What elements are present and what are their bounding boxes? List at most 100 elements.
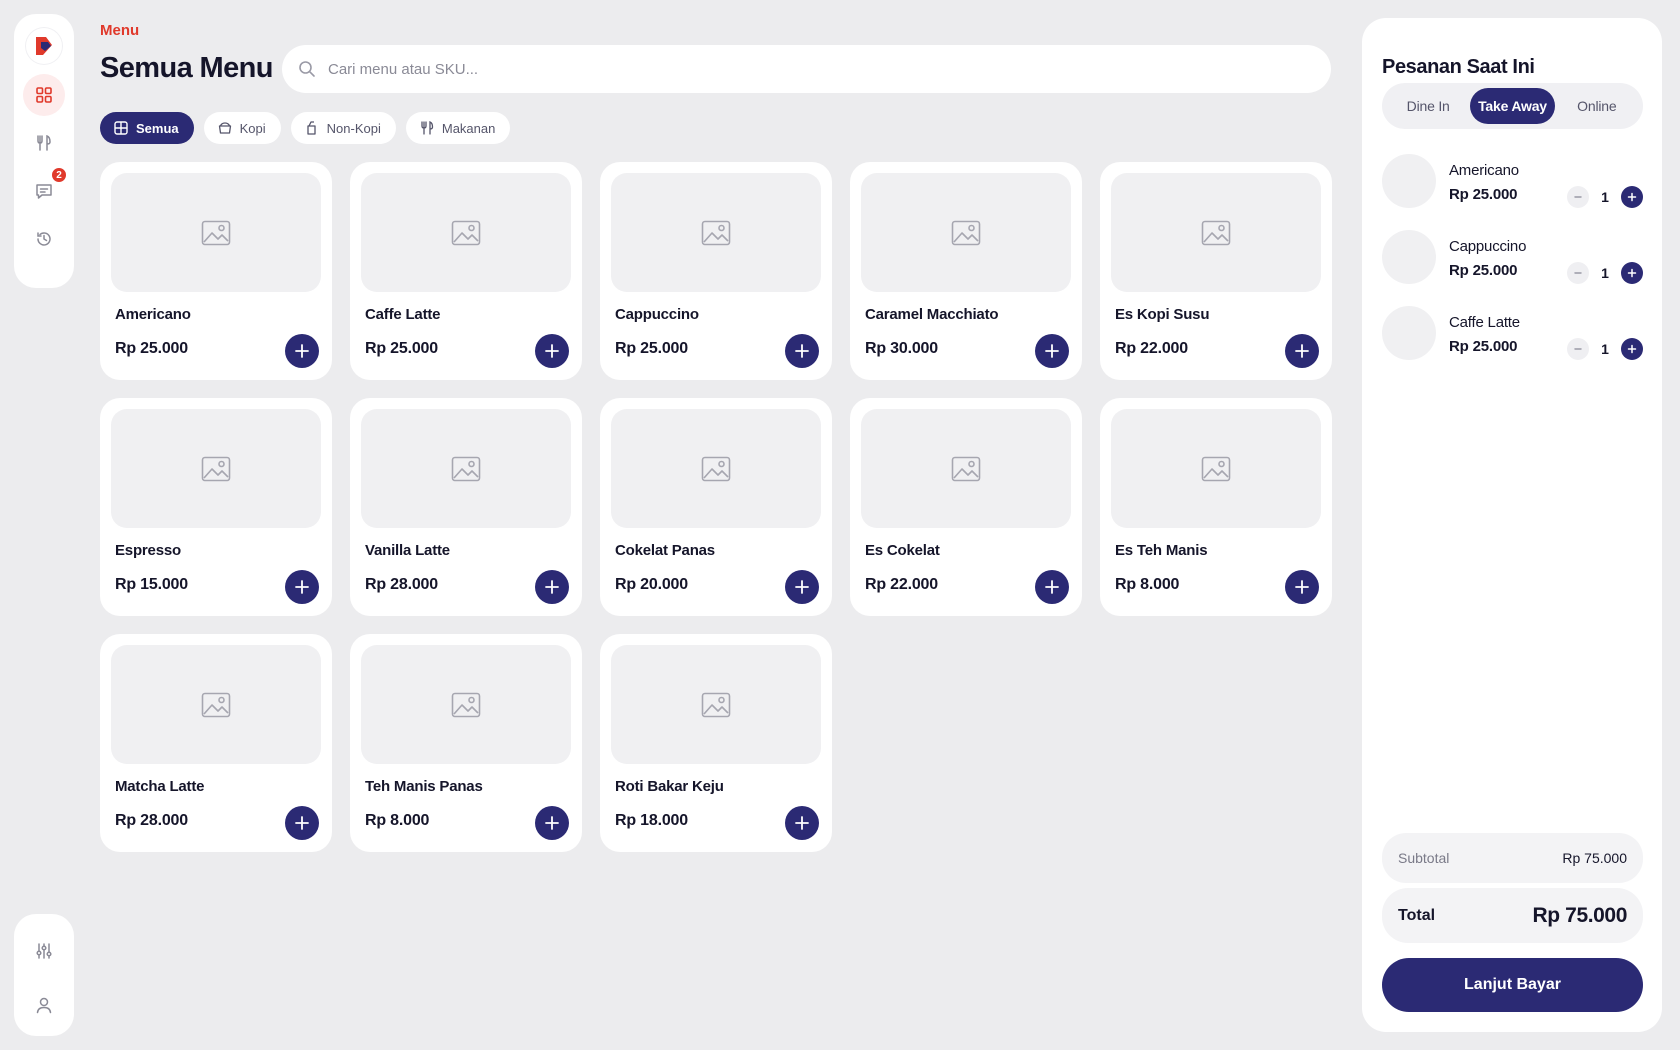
product-price: Rp 25.000 — [615, 340, 688, 357]
increase-quantity-button[interactable] — [1621, 186, 1643, 208]
product-card[interactable]: Americano Rp 25.000 — [100, 162, 332, 380]
add-to-order-button[interactable] — [285, 570, 319, 604]
product-card[interactable]: Es Teh Manis Rp 8.000 — [1100, 398, 1332, 616]
quantity-value: 1 — [1601, 341, 1609, 357]
add-to-order-button[interactable] — [1035, 570, 1069, 604]
product-image-placeholder — [611, 409, 821, 528]
product-card[interactable]: Cappuccino Rp 25.000 — [600, 162, 832, 380]
product-card[interactable]: Caffe Latte Rp 25.000 — [350, 162, 582, 380]
category-chip-label: Semua — [136, 120, 179, 136]
sidebar-bottom — [14, 914, 74, 1036]
product-card[interactable]: Es Kopi Susu Rp 22.000 — [1100, 162, 1332, 380]
add-to-order-button[interactable] — [285, 806, 319, 840]
category-chip-kopi[interactable]: Kopi — [203, 112, 281, 144]
mode-online[interactable]: Online — [1555, 88, 1639, 124]
image-placeholder-icon — [701, 692, 731, 717]
category-chip-non-kopi[interactable]: Non-Kopi — [290, 112, 396, 144]
order-item: Americano Rp 25.000 1 — [1382, 154, 1643, 230]
brand-logo[interactable] — [26, 28, 62, 64]
product-card[interactable]: Cokelat Panas Rp 20.000 — [600, 398, 832, 616]
sliders-icon — [36, 943, 52, 959]
decrease-quantity-button[interactable] — [1567, 186, 1589, 208]
nav-messages-button[interactable]: 2 — [23, 167, 67, 212]
plus-icon — [1295, 580, 1309, 594]
order-item-price: Rp 25.000 — [1449, 338, 1518, 355]
product-card[interactable]: Matcha Latte Rp 28.000 — [100, 634, 332, 852]
nav-products-button[interactable] — [23, 122, 65, 164]
add-to-order-button[interactable] — [535, 806, 569, 840]
increase-quantity-button[interactable] — [1621, 338, 1643, 360]
product-card[interactable]: Roti Bakar Keju Rp 18.000 — [600, 634, 832, 852]
checkout-button[interactable]: Lanjut Bayar — [1382, 958, 1643, 1012]
utensils-icon — [37, 134, 51, 151]
plus-icon — [795, 580, 809, 594]
add-to-order-button[interactable] — [785, 570, 819, 604]
plus-icon — [545, 580, 559, 594]
increase-quantity-button[interactable] — [1621, 262, 1643, 284]
product-image-placeholder — [1111, 409, 1321, 528]
quantity-stepper: 1 — [1567, 262, 1643, 284]
product-card[interactable]: Espresso Rp 15.000 — [100, 398, 332, 616]
product-card[interactable]: Es Cokelat Rp 22.000 — [850, 398, 1082, 616]
product-name: Vanilla Latte — [365, 542, 450, 559]
page-title: Semua Menu — [100, 52, 273, 84]
search-bar[interactable] — [282, 45, 1331, 93]
notification-badge: 2 — [51, 167, 67, 183]
product-name: Cappuccino — [615, 306, 699, 323]
image-placeholder-icon — [201, 692, 231, 717]
decrease-quantity-button[interactable] — [1567, 262, 1589, 284]
add-to-order-button[interactable] — [1035, 334, 1069, 368]
category-chip-semua[interactable]: Semua — [100, 112, 194, 144]
product-price: Rp 18.000 — [615, 812, 688, 829]
search-input[interactable] — [328, 60, 1228, 78]
user-icon — [36, 997, 52, 1014]
product-card[interactable]: Teh Manis Panas Rp 8.000 — [350, 634, 582, 852]
product-card[interactable]: Caramel Macchiato Rp 30.000 — [850, 162, 1082, 380]
utensils-icon — [421, 121, 434, 135]
add-to-order-button[interactable] — [285, 334, 319, 368]
image-placeholder-icon — [201, 456, 231, 481]
add-to-order-button[interactable] — [785, 806, 819, 840]
product-image-placeholder — [111, 645, 321, 764]
mode-take-away[interactable]: Take Away — [1470, 88, 1555, 124]
category-chip-makanan[interactable]: Makanan — [405, 112, 511, 144]
history-icon — [37, 232, 51, 246]
product-image-placeholder — [611, 173, 821, 292]
product-price: Rp 15.000 — [115, 576, 188, 593]
add-to-order-button[interactable] — [1285, 334, 1319, 368]
image-placeholder-icon — [451, 220, 481, 245]
settings-button[interactable] — [23, 930, 65, 972]
profile-button[interactable] — [23, 984, 65, 1026]
grid-icon — [114, 121, 128, 135]
decrease-quantity-button[interactable] — [1567, 338, 1589, 360]
order-item-name: Americano — [1449, 162, 1519, 179]
product-price: Rp 22.000 — [1115, 340, 1188, 357]
plus-icon — [795, 344, 809, 358]
category-filter: Semua Kopi Non-Kopi Makanan — [100, 112, 511, 144]
image-placeholder-icon — [701, 456, 731, 481]
product-name: Es Cokelat — [865, 542, 940, 559]
subtotal-label: Subtotal — [1398, 850, 1450, 866]
product-price: Rp 28.000 — [365, 576, 438, 593]
add-to-order-button[interactable] — [535, 334, 569, 368]
add-to-order-button[interactable] — [1285, 570, 1319, 604]
add-to-order-button[interactable] — [785, 334, 819, 368]
minus-icon — [1574, 348, 1582, 350]
product-image-placeholder — [361, 409, 571, 528]
mode-dine-in[interactable]: Dine In — [1386, 88, 1470, 124]
product-image-placeholder — [111, 409, 321, 528]
nav-history-button[interactable] — [23, 218, 65, 260]
order-item-name: Caffe Latte — [1449, 314, 1520, 331]
plus-icon — [1627, 268, 1637, 278]
product-name: Matcha Latte — [115, 778, 205, 795]
product-image-placeholder — [1111, 173, 1321, 292]
product-price: Rp 30.000 — [865, 340, 938, 357]
image-placeholder-icon — [701, 220, 731, 245]
nav-menu-button[interactable] — [23, 74, 65, 116]
order-mode-toggle: Dine In Take Away Online — [1382, 83, 1643, 129]
product-card[interactable]: Vanilla Latte Rp 28.000 — [350, 398, 582, 616]
add-to-order-button[interactable] — [535, 570, 569, 604]
quantity-stepper: 1 — [1567, 338, 1643, 360]
product-image-placeholder — [361, 173, 571, 292]
plus-icon — [795, 816, 809, 830]
